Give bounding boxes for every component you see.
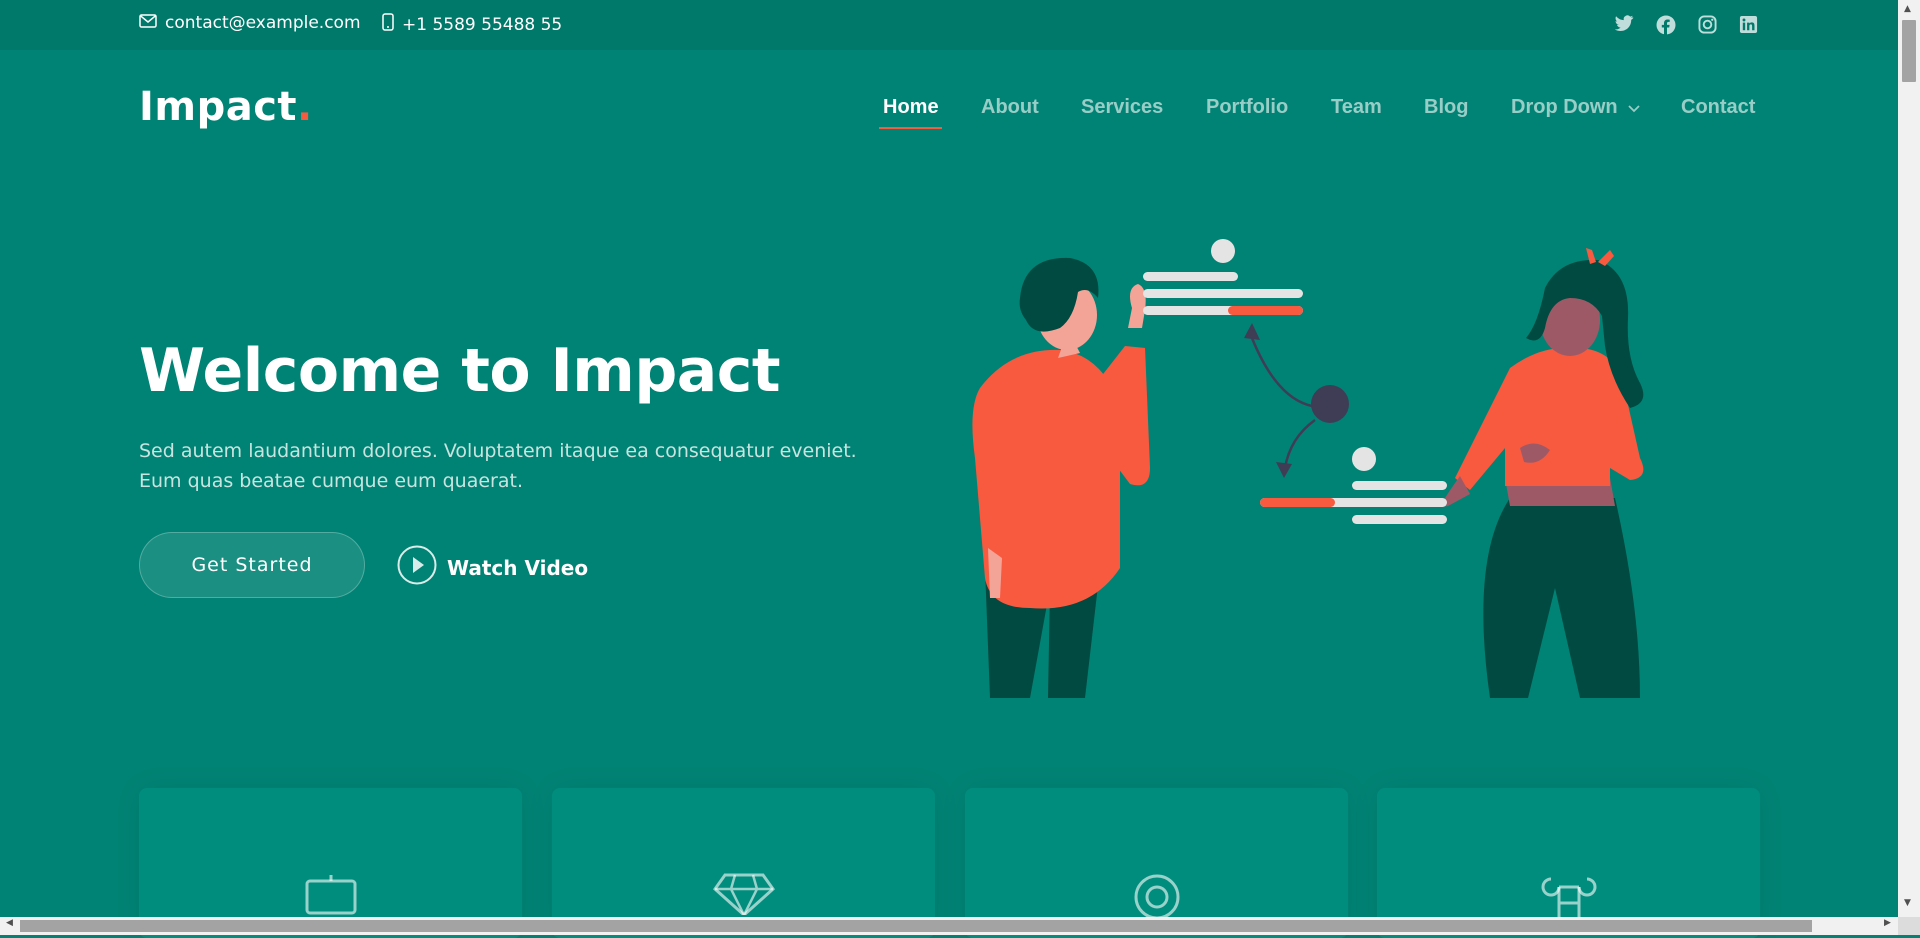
phone-contact[interactable]: +1 5589 55488 55 — [382, 13, 562, 36]
hero-text: Sed autem laudantium dolores. Voluptatem… — [139, 440, 857, 492]
feature-card-3[interactable] — [965, 788, 1348, 938]
scroll-down-arrow-icon[interactable]: ▼ — [1904, 898, 1911, 908]
feature-card-2[interactable] — [552, 788, 935, 938]
twitter-icon[interactable] — [1614, 15, 1634, 39]
logo-dot: . — [297, 84, 313, 130]
logo-text: Impact — [139, 84, 298, 130]
feature-card-4[interactable] — [1377, 788, 1760, 938]
instagram-icon[interactable] — [1698, 15, 1717, 39]
nav-dropdown-label: Drop Down — [1511, 96, 1618, 118]
social-links — [1614, 15, 1758, 39]
nav-home[interactable]: Home — [883, 96, 939, 119]
hero-title: Welcome to Impact — [139, 336, 781, 406]
command-icon — [1541, 873, 1597, 921]
horizontal-scroll-thumb[interactable] — [20, 920, 1812, 932]
linkedin-icon[interactable] — [1739, 15, 1758, 39]
vertical-scrollbar[interactable]: ▲ ▼ — [1898, 0, 1920, 935]
get-started-button[interactable]: Get Started — [139, 532, 365, 598]
nav-team[interactable]: Team — [1331, 96, 1382, 119]
horizontal-scrollbar[interactable]: ◀ ▶ — [0, 917, 1898, 935]
scroll-right-arrow-icon[interactable]: ▶ — [1884, 918, 1891, 928]
hero-illustration — [950, 228, 1670, 708]
phone-icon — [382, 13, 394, 36]
nav-portfolio[interactable]: Portfolio — [1206, 96, 1288, 119]
envelope-icon — [139, 13, 157, 33]
phone-text[interactable]: +1 5589 55488 55 — [402, 15, 562, 35]
scrollbar-corner — [1898, 917, 1920, 935]
nav-contact[interactable]: Contact — [1681, 96, 1755, 119]
top-info-block — [1143, 239, 1303, 315]
play-circle-icon — [397, 545, 437, 590]
email-text[interactable]: contact@example.com — [165, 13, 361, 33]
active-nav-underline — [879, 127, 942, 129]
top-bar: contact@example.com +1 5589 55488 55 — [0, 0, 1898, 50]
scroll-left-arrow-icon[interactable]: ◀ — [6, 918, 13, 928]
nav-services[interactable]: Services — [1081, 96, 1163, 119]
chevron-down-icon — [1627, 96, 1641, 119]
watch-video-button[interactable]: Watch Video — [397, 545, 588, 590]
connector-arrows — [1244, 323, 1349, 478]
nav-blog[interactable]: Blog — [1424, 96, 1468, 119]
man-figure — [972, 257, 1150, 698]
facebook-icon[interactable] — [1656, 15, 1676, 39]
watch-video-label: Watch Video — [447, 555, 589, 580]
nav-dropdown[interactable]: Drop Down — [1511, 96, 1641, 119]
nav-about[interactable]: About — [981, 96, 1039, 119]
email-contact[interactable]: contact@example.com — [139, 13, 361, 33]
gem-icon — [712, 873, 775, 919]
easel-icon — [303, 873, 359, 919]
vertical-scroll-thumb[interactable] — [1902, 20, 1916, 82]
scroll-up-arrow-icon[interactable]: ▲ — [1904, 4, 1911, 14]
site-logo[interactable]: Impact. — [139, 84, 313, 130]
feature-card-1[interactable] — [139, 788, 522, 938]
woman-figure — [1442, 248, 1644, 698]
